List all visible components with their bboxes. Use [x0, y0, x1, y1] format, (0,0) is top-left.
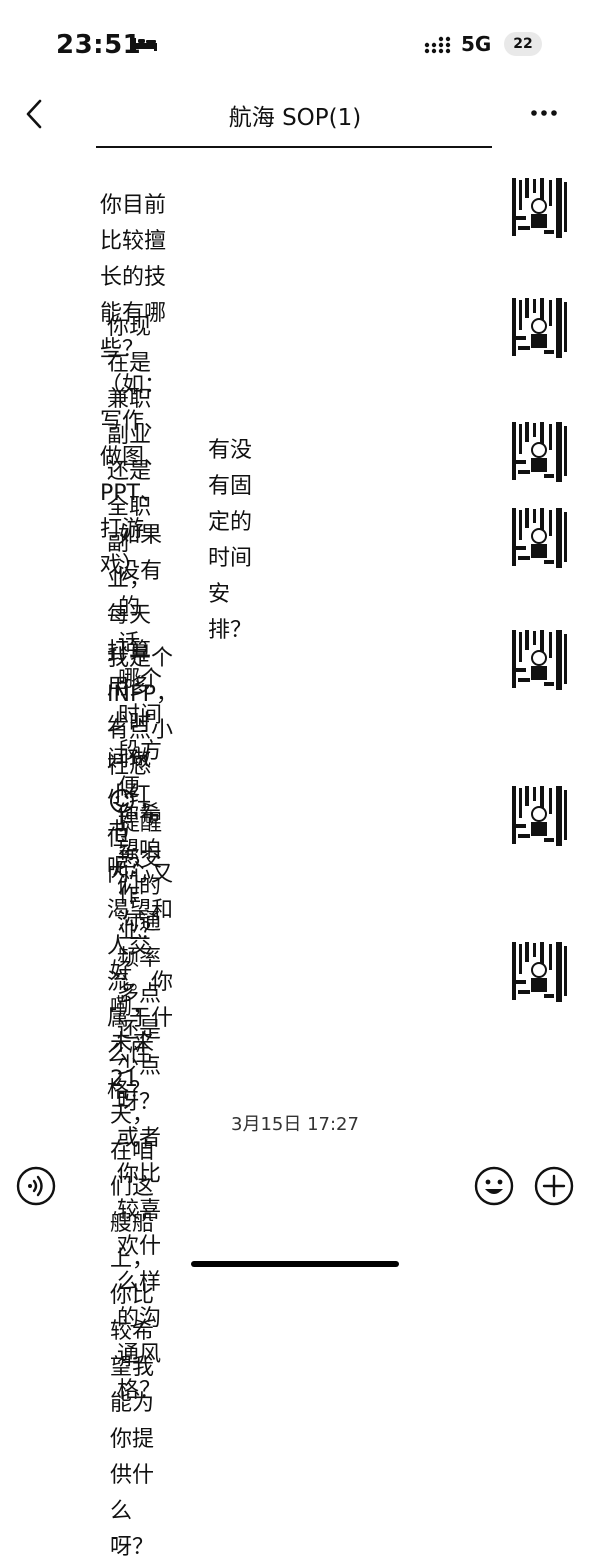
avatar[interactable]: [506, 784, 570, 848]
message-timestamp: 3月15日 17:27: [231, 1114, 359, 1135]
avatar[interactable]: [506, 628, 570, 692]
bed-icon: [133, 38, 157, 51]
network-type: 5G: [461, 32, 492, 56]
voice-icon[interactable]: [16, 1166, 56, 1206]
message-text: 有没有固定的时间安排？: [208, 438, 253, 643]
battery-indicator: 22: [504, 32, 542, 56]
signal-icon: [424, 36, 451, 54]
avatar[interactable]: [506, 176, 570, 240]
avatar[interactable]: [506, 940, 570, 1004]
home-indicator[interactable]: [191, 1261, 399, 1267]
avatar-image: [506, 784, 570, 848]
avatar-image: [506, 176, 570, 240]
plus-icon[interactable]: [534, 1166, 574, 1206]
message-text: 好嘞，未来 21天，在咱们这艘船 上，你比较希望我能为你提供什 么呀？: [110, 959, 155, 1560]
avatar-image: [506, 296, 570, 360]
more-dots-icon[interactable]: [524, 98, 564, 128]
message-text-part: 我是个 INFP，有点小社恐: [107, 646, 178, 779]
avatar-image: [506, 420, 570, 484]
avatar-image: [506, 506, 570, 570]
status-time: 23:51: [56, 30, 142, 60]
chat-title: 航海 SOP(1): [228, 105, 362, 131]
avatar[interactable]: [506, 506, 570, 570]
chat-header: 航海 SOP(1): [0, 90, 590, 150]
avatar-image: [506, 940, 570, 1004]
avatar-image: [506, 628, 570, 692]
avatar[interactable]: [506, 420, 570, 484]
avatar[interactable]: [506, 296, 570, 360]
status-bar: 23:51 5G 22: [0, 0, 590, 90]
emoji-icon[interactable]: [474, 1166, 514, 1206]
header-divider: [96, 146, 492, 148]
